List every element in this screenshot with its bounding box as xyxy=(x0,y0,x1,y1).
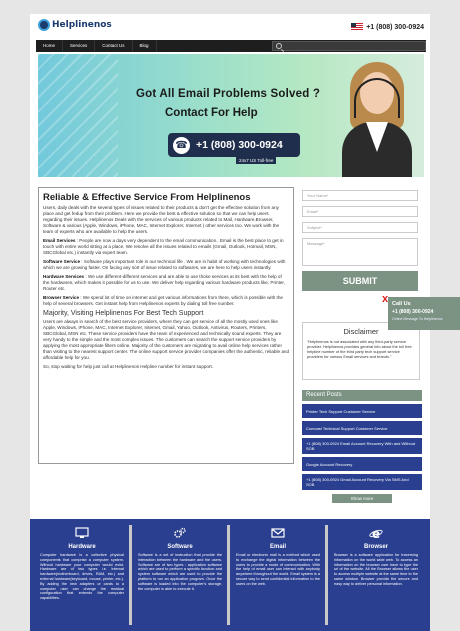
banner-pattern xyxy=(38,54,118,177)
article-para-2: Users are always in search of the best s… xyxy=(43,319,289,360)
banner-tollfree: 24x7 US Toll-free xyxy=(236,157,277,164)
feature-text: Browser is a software application for tr… xyxy=(334,553,418,586)
top-bar: Helplinenos +1 (808) 300-0924 xyxy=(30,14,430,40)
header-phone-number: +1 (808) 300-0924 xyxy=(366,23,424,31)
header-phone[interactable]: +1 (808) 300-0924 xyxy=(351,23,424,31)
feature-text: Software is a set of instruction that pr… xyxy=(138,553,222,591)
feature-browser: e Browser Browser is a software applicat… xyxy=(332,527,420,631)
scrollbar[interactable] xyxy=(325,525,328,625)
call-us-popup[interactable]: Call Us +1 (808) 300-0924 Online Message… xyxy=(388,297,460,330)
banner-phone-number: +1 (808) 300-0924 xyxy=(196,139,283,151)
feature-hardware: Hardware Computer hardware is a collecti… xyxy=(38,527,126,631)
feature-title: Software xyxy=(167,544,193,550)
banner-subheadline: Contact For Help xyxy=(165,107,258,119)
feature-title: Email xyxy=(269,544,286,550)
headset-icon xyxy=(354,78,400,118)
logo[interactable]: Helplinenos xyxy=(38,19,112,31)
phone-icon: ☎ xyxy=(173,136,190,154)
show-more-button[interactable]: Show more xyxy=(332,494,392,503)
subject-field[interactable]: Subject* xyxy=(302,222,418,233)
banner-phone-button[interactable]: ☎ +1 (808) 300-0924 xyxy=(168,133,300,157)
hardware-services-para: Hardware Services : We use different-dif… xyxy=(43,274,285,291)
article-intro: Users, daily deals with the several type… xyxy=(43,205,280,234)
feature-email: Email Email or electronic mail is a meth… xyxy=(234,527,322,631)
article-para-3: So, stop waiting for help just call at H… xyxy=(43,364,214,369)
browser-service-para: Browser Service : We spend lot of time o… xyxy=(43,295,283,306)
recent-posts-title: Recent Posts xyxy=(302,390,422,401)
email-field[interactable]: Email* xyxy=(302,206,418,217)
recent-post-link[interactable]: +1 (808) 300-0924 Email Account Recovery… xyxy=(302,438,422,454)
email-services-para: Email Services : People are now a days v… xyxy=(43,238,284,255)
logo-icon xyxy=(38,19,50,31)
feature-title: Browser xyxy=(363,544,388,550)
us-flag-icon xyxy=(351,23,364,31)
disclaimer-box: Disclaimer "Helplinenos is not associate… xyxy=(302,322,420,380)
nav-home[interactable]: Home xyxy=(36,40,64,52)
recent-post-link[interactable]: +1 (808) 300-0924 Gmail Account Recovery… xyxy=(302,474,422,490)
article-subtitle: Majority, Visiting Helplinenos For Best … xyxy=(43,310,204,317)
feature-text: Email or electronic mail is a method whi… xyxy=(236,553,320,586)
banner-headline: Got All Email Problems Solved ? xyxy=(136,88,321,100)
hero-banner: Got All Email Problems Solved ? Contact … xyxy=(38,54,424,177)
call-us-subtitle: Online Message To Helplinenos xyxy=(392,317,443,321)
feature-text: Computer hardware is a collective physic… xyxy=(40,553,124,601)
scrollbar[interactable] xyxy=(129,525,132,625)
recent-posts: Recent Posts Printer Tech Support Custom… xyxy=(302,390,422,503)
disclaimer-text: "Helplinenos is not associated with any … xyxy=(307,339,412,359)
feature-title: Hardware xyxy=(68,544,96,550)
call-us-title: Call Us xyxy=(392,301,411,307)
envelope-icon xyxy=(234,527,322,539)
recent-post-link[interactable]: Google Account Recovery xyxy=(302,457,422,471)
monitor-icon xyxy=(38,527,126,539)
page: Helplinenos +1 (808) 300-0924 Home Servi… xyxy=(30,14,430,631)
feature-software: Software Software is a set of instructio… xyxy=(136,527,224,631)
software-service-para: Software Service : Software plays import… xyxy=(43,259,286,270)
main-nav: Home Services Contact Us Blog xyxy=(36,40,426,52)
search-input[interactable] xyxy=(272,41,426,51)
nav-services[interactable]: Services xyxy=(63,40,96,52)
logo-text: Helplinenos xyxy=(52,20,112,30)
scrollbar[interactable] xyxy=(227,525,230,625)
call-us-number: +1 (808) 300-0924 xyxy=(392,309,434,315)
browser-e-icon: e xyxy=(332,527,420,539)
support-agent-image xyxy=(338,58,416,177)
recent-post-link[interactable]: Printer Tech Support Customer Service xyxy=(302,404,422,418)
message-field[interactable]: Message* xyxy=(302,238,418,266)
gears-icon xyxy=(136,527,224,539)
nav-blog[interactable]: Blog xyxy=(133,40,157,52)
features-section: Hardware Computer hardware is a collecti… xyxy=(30,519,430,631)
submit-button[interactable]: SUBMIT xyxy=(302,271,418,291)
nav-contact[interactable]: Contact Us xyxy=(95,40,133,52)
article-title: Reliable & Effective Service From Helpli… xyxy=(43,192,251,203)
name-field[interactable]: Your Name* xyxy=(302,190,418,201)
search-icon[interactable] xyxy=(276,43,282,49)
main-article: Reliable & Effective Service From Helpli… xyxy=(38,187,294,464)
recent-post-link[interactable]: Comcast Technical Support Customer Servi… xyxy=(302,421,422,435)
contact-form: Your Name* Email* Subject* Message* SUBM… xyxy=(302,190,422,291)
